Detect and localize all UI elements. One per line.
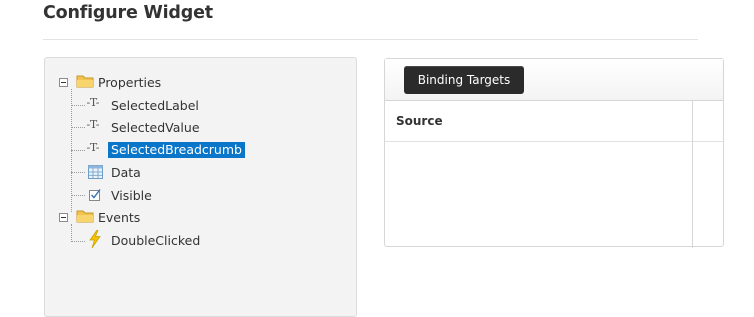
tree-node-label: DoubleClicked <box>111 232 201 248</box>
tree-node-properties[interactable]: Properties <box>98 72 161 92</box>
tree-connector <box>71 127 85 128</box>
tree-connector <box>71 172 85 173</box>
tree-node-label: SelectedLabel <box>111 97 199 113</box>
tree-node-label: Visible <box>111 187 152 203</box>
checkbox-property-icon <box>89 189 101 201</box>
binding-panel: Binding Targets Source <box>384 58 724 248</box>
tree-connector <box>71 224 72 242</box>
lightning-icon <box>89 230 101 248</box>
binding-targets-button[interactable]: Binding Targets <box>404 66 524 94</box>
tree-node-label: Events <box>98 209 141 225</box>
tree-node-label: SelectedBreadcrumb <box>108 142 245 158</box>
tree-node-label: Data <box>111 164 141 180</box>
tree-node-label: Properties <box>98 74 162 90</box>
tree-connector <box>71 150 85 151</box>
tree-connector <box>71 195 85 196</box>
tree-panel: Properties -T- SelectedLabel -T- Selecte… <box>44 57 357 317</box>
title-divider <box>43 39 698 40</box>
tree-node-selectedvalue[interactable]: SelectedValue <box>111 117 200 137</box>
text-property-icon: -T- <box>86 96 100 109</box>
tree-node-doubleclicked[interactable]: DoubleClicked <box>111 230 200 250</box>
tree-node-events[interactable]: Events <box>98 207 140 227</box>
text-property-icon: -T- <box>86 141 100 154</box>
folder-icon <box>76 210 94 223</box>
text-property-icon: -T- <box>86 118 100 131</box>
data-table-icon <box>88 165 103 179</box>
tree-node-data[interactable]: Data <box>111 162 141 182</box>
tree-node-selectedbreadcrumb[interactable]: SelectedBreadcrumb <box>108 140 245 160</box>
properties-collapse-toggle[interactable] <box>59 78 68 87</box>
tree-node-visible[interactable]: Visible <box>111 185 152 205</box>
page-title: Configure Widget <box>43 3 213 23</box>
events-collapse-toggle[interactable] <box>59 213 68 222</box>
table-header: Source <box>385 101 723 142</box>
folder-icon <box>76 75 94 88</box>
column-header-source[interactable]: Source <box>396 114 443 128</box>
binding-toolbar: Binding Targets <box>385 59 723 101</box>
tree-node-label: SelectedValue <box>111 119 200 135</box>
tree-node-selectedlabel[interactable]: SelectedLabel <box>111 95 199 115</box>
tree-connector <box>71 241 85 242</box>
column-divider[interactable] <box>692 101 693 248</box>
tree-connector <box>71 105 85 106</box>
